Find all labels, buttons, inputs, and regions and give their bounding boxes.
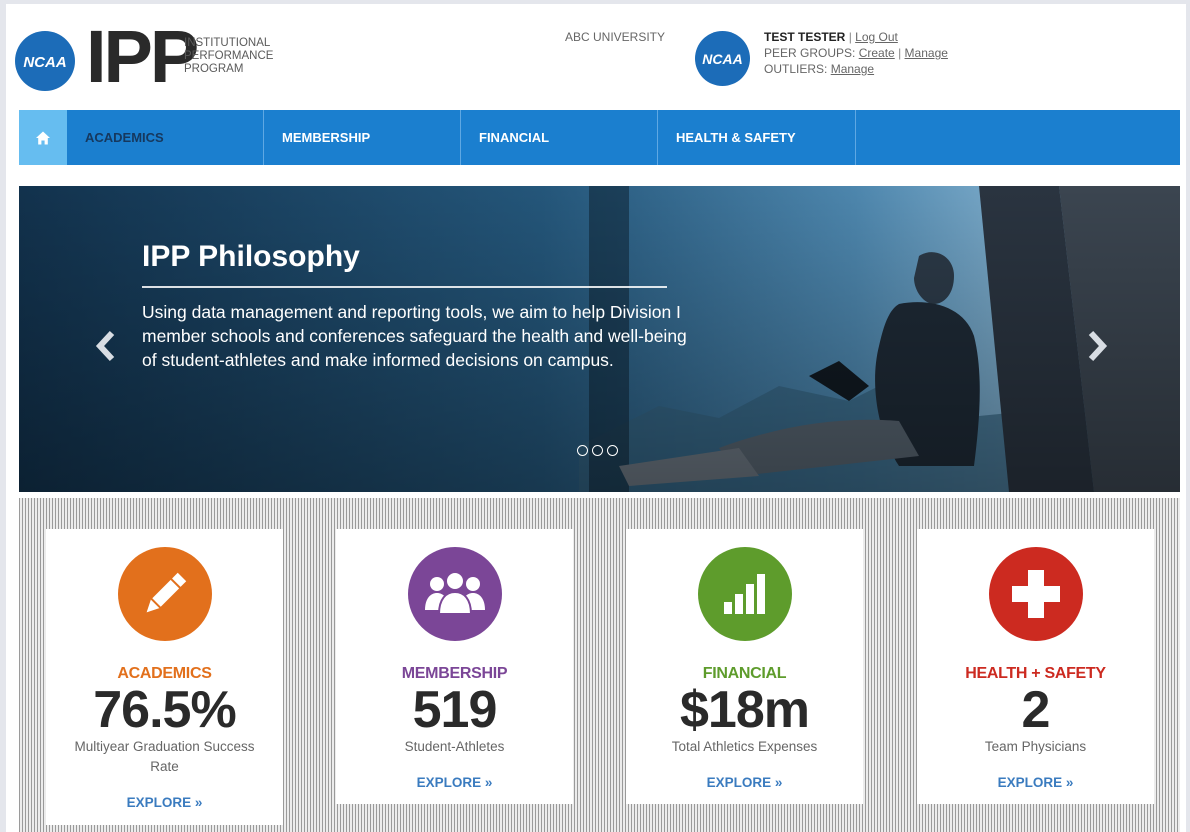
program-line-1: INSTITUTIONAL — [184, 37, 271, 49]
carousel-dot-3[interactable] — [607, 445, 618, 456]
user-line: TEST TESTER | Log Out — [764, 29, 948, 45]
user-name: TEST TESTER — [764, 30, 846, 44]
card-description: Multiyear Graduation Success Rate — [74, 739, 255, 774]
carousel-dot-2[interactable] — [592, 445, 603, 456]
hero-carousel: IPP Philosophy Using data management and… — [19, 186, 1180, 492]
carousel-next-button[interactable] — [1082, 326, 1112, 366]
program-line-3: PROGRAM — [184, 63, 244, 75]
card-value: 519 — [412, 681, 498, 739]
outliers-manage-link[interactable]: Manage — [831, 62, 874, 76]
stat-card-health-safety: HEALTH + SAFETY 2 Team Physicians EXPLOR… — [917, 529, 1154, 804]
school-name: ABC UNIVERSITY — [565, 30, 666, 44]
health-icon-circle — [988, 547, 1083, 641]
peer-groups-label: PEER GROUPS: — [764, 46, 856, 60]
medical-cross-icon — [1011, 570, 1060, 618]
bar-chart-icon — [723, 574, 765, 614]
nav-item-financial[interactable]: FINANCIAL — [461, 110, 658, 165]
outliers-label: OUTLIERS: — [764, 62, 828, 76]
nav-item-membership[interactable]: MEMBERSHIP — [264, 110, 461, 165]
card-value: 2 — [1021, 681, 1051, 739]
academics-icon-circle — [117, 547, 212, 641]
user-badge-text: NCAA — [702, 51, 742, 67]
carousel-indicators — [577, 445, 618, 456]
peer-groups-manage-link[interactable]: Manage — [905, 46, 948, 60]
user-panel: TEST TESTER | Log Out PEER GROUPS: Creat… — [764, 29, 948, 77]
explore-health-safety-link[interactable]: EXPLORE » — [998, 775, 1074, 790]
explore-financial-link[interactable]: EXPLORE » — [707, 775, 783, 790]
nav-item-academics[interactable]: ACADEMICS — [67, 110, 264, 165]
card-description: Student-Athletes — [404, 739, 505, 754]
peer-groups-create-link[interactable]: Create — [859, 46, 895, 60]
hero-text: Using data management and reporting tool… — [142, 302, 687, 370]
main-nav: ACADEMICS MEMBERSHIP FINANCIAL HEALTH & … — [19, 110, 1180, 165]
chevron-right-icon — [1088, 330, 1108, 362]
pencil-icon — [146, 572, 186, 613]
nav-home-button[interactable] — [19, 110, 67, 165]
stats-section: ACADEMICS 76.5% Multiyear Graduation Suc… — [19, 498, 1180, 832]
ncaa-logo[interactable]: NCAA — [14, 30, 76, 92]
stat-card-membership: MEMBERSHIP 519 Student-Athletes EXPLORE … — [336, 529, 573, 804]
stat-card-academics: ACADEMICS 76.5% Multiyear Graduation Suc… — [46, 529, 283, 825]
peer-groups-line: PEER GROUPS: Create | Manage — [764, 45, 948, 61]
hero-title: IPP Philosophy — [142, 240, 360, 273]
site-header: NCAA IPP INSTITUTIONAL PERFORMANCE PROGR… — [6, 4, 1186, 109]
ncaa-logo-text: NCAA — [23, 54, 66, 71]
financial-icon-circle — [697, 547, 792, 641]
card-value: $18m — [680, 681, 810, 739]
program-name: INSTITUTIONAL PERFORMANCE PROGRAM — [184, 37, 273, 76]
carousel-prev-button[interactable] — [91, 326, 121, 366]
card-value: 76.5% — [93, 681, 236, 739]
card-description: Team Physicians — [984, 739, 1087, 754]
card-description: Total Athletics Expenses — [671, 739, 818, 754]
hero-divider — [142, 286, 667, 288]
program-line-2: PERFORMANCE — [184, 50, 274, 62]
chevron-left-icon — [95, 330, 115, 362]
explore-academics-link[interactable]: EXPLORE » — [127, 795, 203, 810]
stat-card-financial: FINANCIAL $18m Total Athletics Expenses … — [626, 529, 863, 804]
page: NCAA IPP INSTITUTIONAL PERFORMANCE PROGR… — [0, 0, 1190, 832]
people-icon — [424, 571, 485, 615]
membership-icon-circle — [407, 547, 502, 641]
carousel-dot-1[interactable] — [577, 445, 588, 456]
outliers-line: OUTLIERS: Manage — [764, 61, 948, 77]
logout-link[interactable]: Log Out — [855, 30, 898, 44]
nav-item-health-safety[interactable]: HEALTH & SAFETY — [658, 110, 856, 165]
separator: | — [898, 46, 902, 60]
separator: | — [848, 30, 852, 44]
home-icon — [36, 131, 50, 144]
ipp-logo-mark[interactable]: IPP — [86, 20, 199, 94]
explore-membership-link[interactable]: EXPLORE » — [417, 775, 493, 790]
user-ncaa-badge: NCAA — [695, 31, 750, 86]
